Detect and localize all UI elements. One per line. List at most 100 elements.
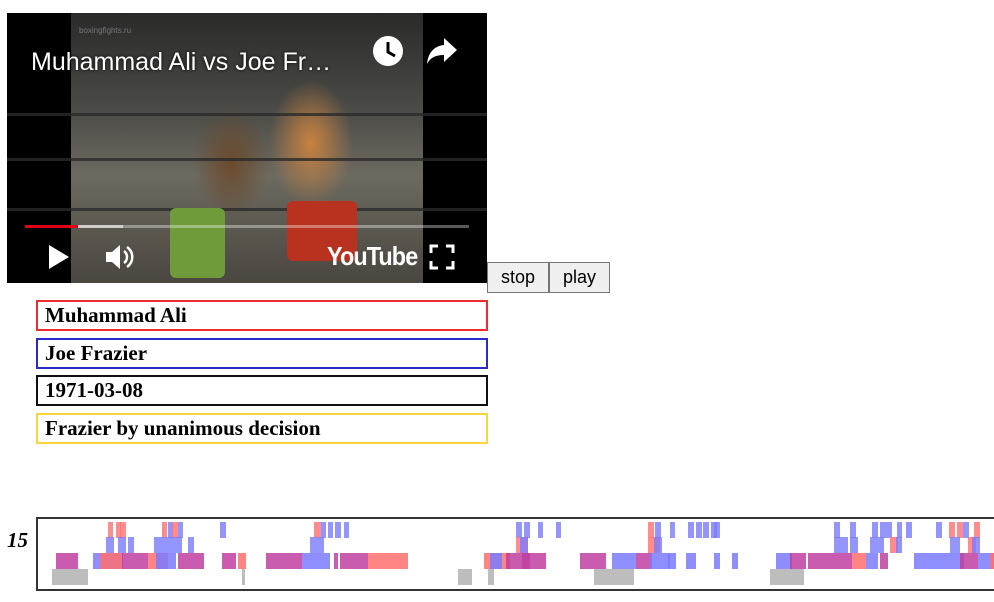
timeline-mark: [686, 553, 696, 569]
timeline-canvas: [52, 522, 994, 585]
timeline-mark: [957, 522, 963, 538]
timeline-mark: [122, 553, 148, 569]
timeline-mark: [340, 553, 368, 569]
timeline-mark: [100, 553, 122, 569]
timeline-mark: [118, 537, 126, 553]
timeline-mark: [668, 553, 676, 569]
timeline-mark: [178, 522, 183, 538]
timeline-mark: [222, 553, 236, 569]
timeline-mark: [866, 553, 878, 569]
timeline-mark: [56, 553, 78, 569]
timeline-mark: [648, 522, 654, 538]
timeline-mark: [580, 553, 606, 569]
fight-date: 1971-03-08: [36, 375, 488, 406]
clock-icon[interactable]: [371, 34, 405, 68]
blue-corner-fighter: Joe Frazier: [36, 338, 488, 369]
timeline-mark: [714, 522, 720, 538]
stop-button[interactable]: stop: [487, 262, 549, 293]
fullscreen-icon[interactable]: [429, 244, 455, 270]
timeline-mark: [188, 537, 194, 553]
timeline-mark: [834, 537, 848, 553]
timeline-mark: [850, 522, 856, 538]
red-corner-fighter: Muhammad Ali: [36, 300, 488, 331]
play-button[interactable]: play: [549, 262, 610, 293]
video-watermark: boxingfights.ru: [79, 26, 132, 35]
timeline-mark: [334, 553, 338, 569]
timeline-mark: [310, 537, 324, 553]
timeline-mark: [108, 522, 113, 538]
timeline-mark: [688, 522, 694, 538]
timeline-mark: [594, 569, 634, 585]
timeline-mark: [960, 553, 978, 569]
timeline-mark: [328, 522, 333, 538]
timeline-mark: [178, 553, 204, 569]
timeline-mark: [524, 522, 530, 538]
timeline-mark: [238, 553, 246, 569]
timeline-mark: [936, 522, 942, 538]
timeline-mark: [714, 553, 720, 569]
timeline-mark: [52, 569, 88, 585]
timeline-mark: [314, 522, 321, 538]
timeline-mark: [886, 522, 892, 538]
timeline-mark: [612, 553, 636, 569]
progress-played: [25, 225, 79, 228]
timeline-mark: [949, 522, 955, 538]
timeline-mark: [974, 522, 980, 538]
timeline-mark: [834, 553, 852, 569]
timeline-mark: [556, 522, 561, 538]
ring-rope: [7, 158, 487, 161]
timeline-mark: [344, 522, 349, 538]
timeline-mark: [522, 553, 546, 569]
timeline-mark: [732, 553, 738, 569]
timeline-mark: [872, 522, 878, 538]
timeline-mark: [670, 522, 675, 538]
timeline-mark: [520, 537, 528, 553]
timeline-mark: [120, 522, 126, 538]
fight-result: Frazier by unanimous decision: [36, 413, 488, 444]
timeline-mark: [154, 537, 168, 553]
timeline-mark: [538, 522, 543, 538]
timeline-mark: [335, 522, 341, 538]
punch-timeline[interactable]: [36, 517, 994, 591]
timeline-mark: [488, 569, 494, 585]
timeline-mark: [850, 537, 858, 553]
timeline-mark: [870, 537, 884, 553]
timeline-mark: [880, 553, 888, 569]
timeline-mark: [990, 553, 994, 569]
youtube-logo[interactable]: YouTube: [327, 241, 418, 272]
timeline-mark: [972, 537, 980, 553]
timeline-mark: [897, 522, 902, 538]
timeline-mark: [654, 537, 662, 553]
timeline-mark: [914, 553, 938, 569]
timeline-mark: [162, 522, 167, 538]
ring-rope: [7, 113, 487, 116]
timeline-mark: [776, 553, 792, 569]
green-trunks: [170, 208, 225, 278]
timeline-mark: [655, 522, 661, 538]
timeline-mark: [368, 553, 408, 569]
timeline-mark: [172, 522, 178, 538]
timeline-mark: [458, 569, 472, 585]
timeline-mark: [880, 522, 886, 538]
video-title[interactable]: Muhammad Ali vs Joe Fr…: [31, 48, 331, 77]
timeline-mark: [321, 522, 326, 538]
timeline-mark: [302, 553, 330, 569]
timeline-mark: [770, 569, 804, 585]
video-progress-bar[interactable]: [25, 225, 469, 228]
video-player[interactable]: boxingfights.ru Muhammad Ali vs Joe Fr… …: [7, 13, 487, 283]
timeline-mark: [490, 553, 502, 569]
timeline-mark: [266, 553, 302, 569]
timeline-mark: [963, 522, 969, 538]
timeline-mark: [128, 537, 134, 553]
timeline-mark: [636, 553, 652, 569]
timeline-mark: [168, 537, 182, 553]
ring-rope: [7, 208, 487, 211]
timeline-mark: [242, 569, 245, 585]
share-icon[interactable]: [425, 36, 459, 66]
timeline-mark: [808, 553, 834, 569]
play-icon[interactable]: [47, 244, 71, 270]
timeline-mark: [703, 522, 709, 538]
volume-icon[interactable]: [104, 243, 136, 271]
round-number: 15: [7, 528, 28, 552]
timeline-mark: [106, 537, 114, 553]
